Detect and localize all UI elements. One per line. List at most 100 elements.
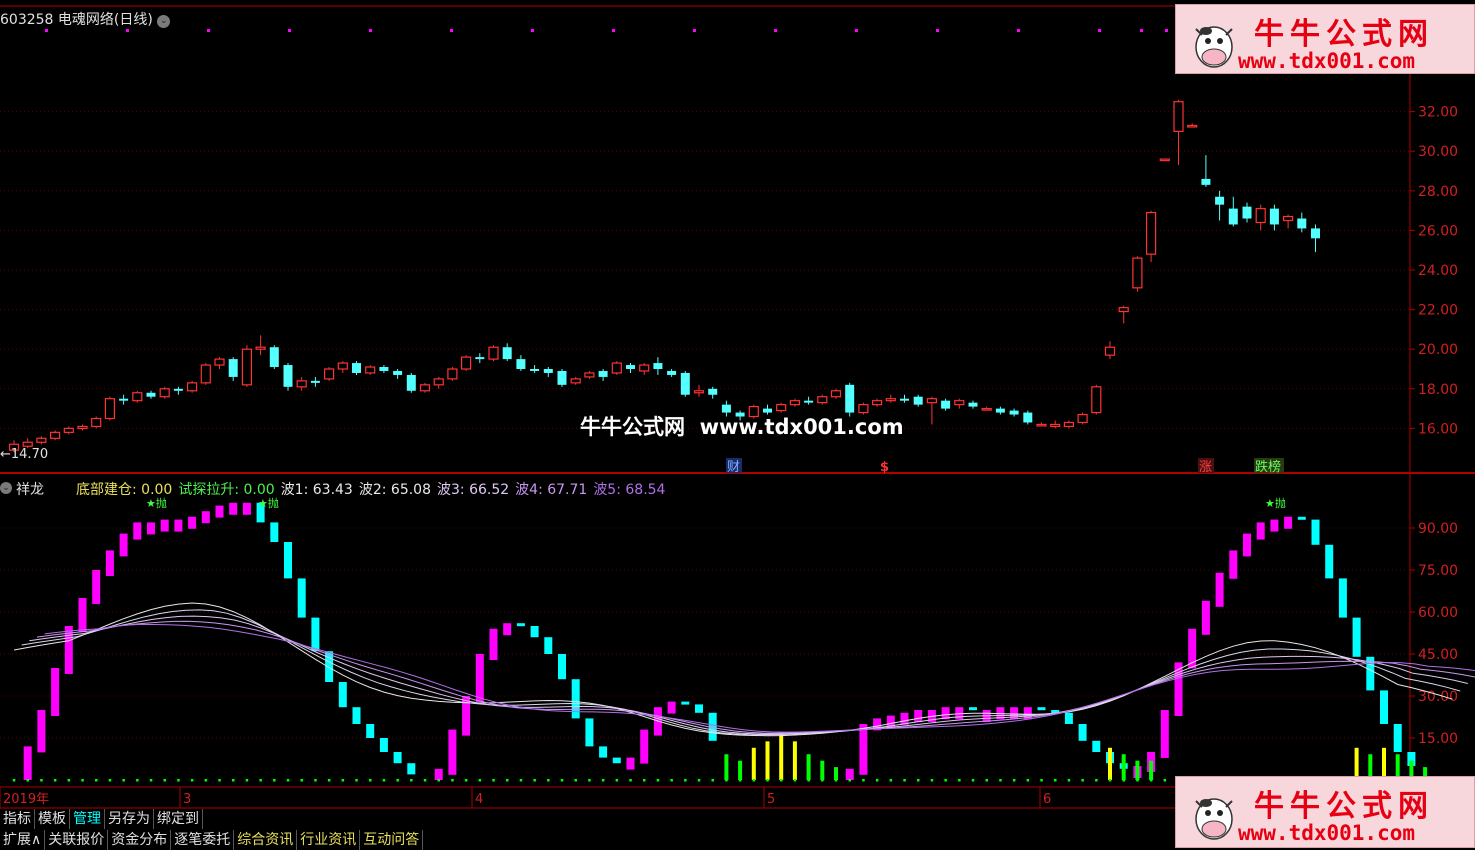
baseline-dot xyxy=(218,779,221,782)
ind-bar-up xyxy=(174,519,183,532)
legend-item: 波2: 65.08 xyxy=(358,482,431,498)
ind-bar-down xyxy=(1037,707,1046,711)
legend-item: 试探拉升: 0.00 xyxy=(178,482,275,498)
toolbar-link-4[interactable]: 综合资讯 xyxy=(234,830,298,850)
event-dot xyxy=(693,29,696,32)
candle-body-down xyxy=(1311,228,1320,239)
candle-body-up xyxy=(365,366,376,374)
candle-body-up xyxy=(1173,101,1184,132)
baseline-dot xyxy=(780,779,783,782)
toolbar-tab-2[interactable]: 管理 xyxy=(70,809,105,829)
baseline-dot xyxy=(478,779,482,782)
baseline-dot xyxy=(971,779,975,782)
toolbar-link-1[interactable]: 关联报价 xyxy=(45,830,109,850)
event-dot xyxy=(1098,29,1101,32)
candle-body-down xyxy=(1201,178,1211,185)
toolbar-link-5[interactable]: 行业资讯 xyxy=(297,830,361,850)
candle-body-up xyxy=(324,368,335,380)
toolbar-link-2[interactable]: 资金分布 xyxy=(108,830,172,850)
small-signal-bar xyxy=(834,767,838,780)
indicator-header: ⌄ 祥龙 底部建仓: 0.00 试探拉升: 0.00 波1: 63.43 波2: 65… xyxy=(0,479,665,499)
ind-tick-label: 45.00 xyxy=(1418,647,1458,663)
candle-body-down xyxy=(516,359,526,369)
ind-bar-down xyxy=(1393,724,1402,752)
price-tick-label: 22.00 xyxy=(1418,303,1458,319)
small-signal-bar xyxy=(806,754,811,780)
candle-body-up xyxy=(954,400,965,406)
candle-body-down xyxy=(1215,196,1225,205)
baseline-dot xyxy=(410,779,413,782)
ind-bar-down xyxy=(695,704,703,713)
candle-body-down xyxy=(1228,208,1238,225)
event-dot xyxy=(1140,29,1143,32)
brand-name: 牛牛公式网 xyxy=(1254,789,1434,824)
baseline-dot xyxy=(807,779,810,782)
ind-bar-up xyxy=(92,570,101,604)
candle-body-up xyxy=(1255,208,1266,224)
candle-body-up xyxy=(296,380,307,388)
ind-bar-up xyxy=(475,654,484,702)
toolbar-tab-0[interactable]: 指标 xyxy=(0,809,35,829)
brand-banner-bottom[interactable]: 牛牛公式网 www.tdx001.com xyxy=(1175,776,1475,848)
indicator-toggle-icon[interactable]: ⌄ xyxy=(0,482,12,494)
toolbar-link-6[interactable]: 互动问答 xyxy=(360,830,424,850)
candle-body-down xyxy=(228,359,238,377)
candle-body-down xyxy=(708,388,718,395)
toolbar-tab-4[interactable]: 绑定到 xyxy=(154,809,203,829)
toolbar-tab-1[interactable]: 模板 xyxy=(35,809,70,829)
dropdown-icon[interactable]: ⌄ xyxy=(157,15,171,28)
ind-bar-up xyxy=(667,701,676,714)
baseline-dot xyxy=(369,779,372,782)
toolbar-tab-3[interactable]: 另存为 xyxy=(105,809,154,829)
baseline-dot xyxy=(190,779,194,782)
ind-bar-down xyxy=(530,626,539,638)
candle-body-up xyxy=(1050,423,1061,428)
baseline-dot xyxy=(53,779,57,782)
ind-bar-down xyxy=(1064,712,1073,724)
ind-bar-up xyxy=(78,598,87,632)
candle-body-up xyxy=(49,431,61,439)
ind-bar-up xyxy=(626,757,635,770)
candle-body-down xyxy=(119,398,129,401)
stock-title: 603258 电魂网络(日线) ⌄ xyxy=(0,9,171,29)
baseline-dot xyxy=(1054,779,1057,782)
small-signal-bar xyxy=(724,754,729,780)
legend-item: 波4: 67.71 xyxy=(515,482,588,498)
event-dot xyxy=(531,29,534,32)
baseline-dot xyxy=(1026,779,1030,782)
ind-bar-down xyxy=(352,707,361,724)
ind-bar-up xyxy=(51,668,60,716)
price-tick-label: 20.00 xyxy=(1418,342,1458,358)
ind-bar-up xyxy=(1215,572,1224,607)
date-label: 3 xyxy=(183,792,191,807)
ind-bar-down xyxy=(585,718,594,747)
price-tick-label: 24.00 xyxy=(1418,263,1458,279)
ind-bar-down xyxy=(393,752,402,764)
ind-bar-up xyxy=(37,710,46,753)
ind-bar-down xyxy=(1297,516,1306,520)
brand-banner-top[interactable]: 牛牛公式网 www.tdx001.com xyxy=(1175,4,1475,74)
baseline-dot xyxy=(766,779,769,782)
toolbar-link-0[interactable]: 扩展∧ xyxy=(0,830,46,850)
toolbar-link-3[interactable]: 逐笔委托 xyxy=(171,830,235,850)
event-dot xyxy=(288,29,291,32)
baseline-dot xyxy=(437,779,440,782)
baseline-dot xyxy=(848,779,851,782)
watermark: 牛牛公式网 www.tdx001.com xyxy=(580,415,904,439)
baseline-dot xyxy=(944,779,947,782)
candle-body-down xyxy=(1009,410,1019,415)
price-tick-label: 18.00 xyxy=(1418,382,1458,398)
ind-bar-up xyxy=(1229,550,1238,579)
baseline-dot xyxy=(341,779,345,782)
baseline-dot xyxy=(643,779,646,782)
ind-bar-down xyxy=(516,623,525,627)
ind-bar-up xyxy=(188,516,197,529)
baseline-dot xyxy=(684,779,687,782)
candle-body-down xyxy=(406,374,416,391)
candle-body-up xyxy=(159,388,170,398)
candle-body-down xyxy=(845,384,855,413)
baseline-dot xyxy=(245,779,249,782)
candle-body-down xyxy=(543,369,553,373)
candle-body-down xyxy=(173,388,183,391)
candle-body-up xyxy=(584,372,595,378)
